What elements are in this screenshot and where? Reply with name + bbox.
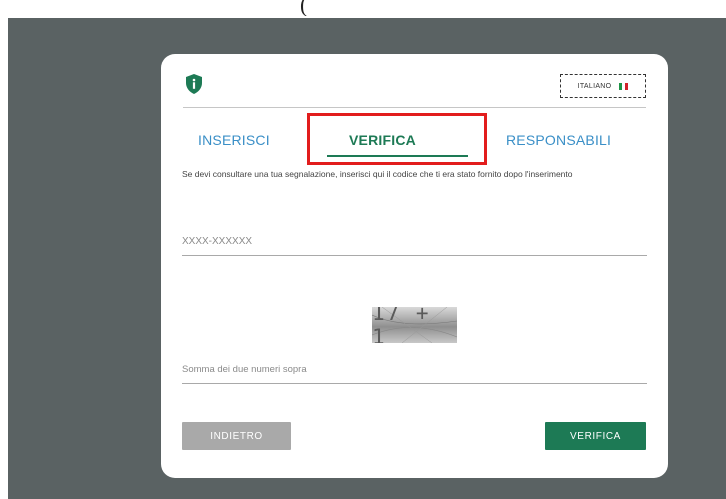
verification-card: ITALIANO INSERISCI VERIFICA RESPONSABILI…: [161, 54, 668, 478]
partial-page-heading: (: [300, 0, 308, 16]
language-label: ITALIANO: [577, 82, 612, 90]
captcha-image: 17 + 1: [372, 307, 457, 343]
shield-info-icon: [186, 74, 202, 94]
code-input[interactable]: [182, 229, 647, 254]
language-selector[interactable]: ITALIANO: [560, 74, 646, 98]
verify-button[interactable]: VERIFICA: [545, 422, 646, 450]
back-button[interactable]: INDIETRO: [182, 422, 291, 450]
header-divider: [183, 107, 646, 108]
code-field: [182, 229, 647, 256]
captcha-text: 17 + 1: [372, 307, 431, 343]
italian-flag-icon: [619, 82, 629, 90]
tab-inserisci[interactable]: INSERISCI: [198, 132, 270, 148]
captcha-sum-input[interactable]: [182, 357, 647, 382]
tab-highlight-box: [307, 113, 487, 165]
captcha-sum-field: [182, 357, 647, 384]
tab-responsabili[interactable]: RESPONSABILI: [506, 132, 611, 148]
instructions-text: Se devi consultare una tua segnalazione,…: [182, 169, 573, 179]
